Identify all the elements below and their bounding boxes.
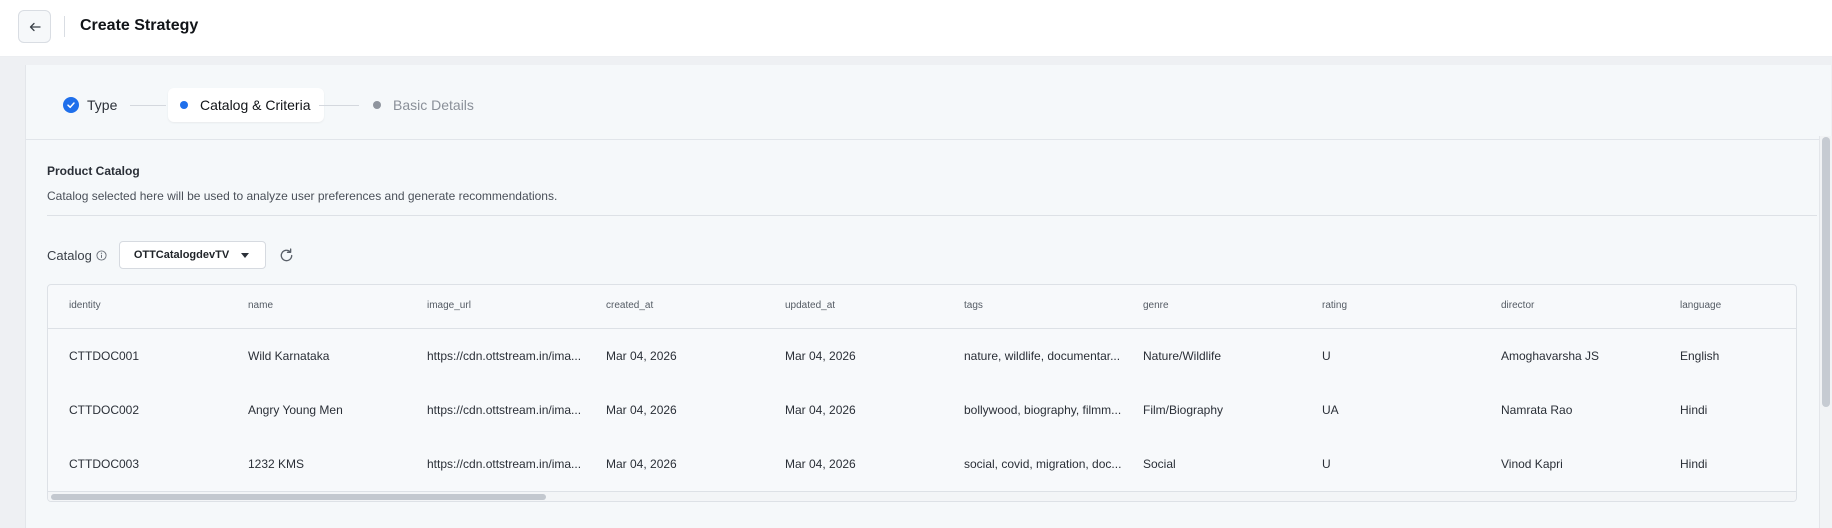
cell-image-url: https://cdn.ottstream.in/ima... <box>427 403 582 417</box>
check-circle-icon <box>63 97 79 113</box>
cell-name: Angry Young Men <box>248 403 343 417</box>
vertical-scrollbar-thumb[interactable] <box>1822 137 1830 407</box>
cell-language: English <box>1680 349 1720 363</box>
step-label: Catalog & Criteria <box>200 97 311 113</box>
table-row[interactable]: CTTDOC002 Angry Young Men https://cdn.ot… <box>48 383 1796 437</box>
arrow-left-icon <box>29 22 41 31</box>
horizontal-scrollbar-thumb[interactable] <box>51 494 546 500</box>
catalog-selector-row: Catalog OTTCatalogdevTV <box>47 241 295 269</box>
title-divider <box>64 16 65 37</box>
column-header-language[interactable]: language <box>1680 300 1721 311</box>
cell-image-url: https://cdn.ottstream.in/ima... <box>427 457 582 471</box>
cell-name: Wild Karnataka <box>248 349 330 363</box>
step-type[interactable]: Type <box>63 97 117 113</box>
cell-director: Amoghavarsha JS <box>1501 349 1600 363</box>
section-title: Product Catalog <box>47 164 140 178</box>
step-catalog-criteria[interactable]: Catalog & Criteria <box>168 88 324 122</box>
column-header-director[interactable]: director <box>1501 300 1534 311</box>
column-header-identity[interactable]: identity <box>69 300 101 311</box>
top-bar: Create Strategy <box>0 0 1832 57</box>
step-basic-details[interactable]: Basic Details <box>373 97 474 113</box>
cell-identity: CTTDOC003 <box>69 457 140 471</box>
cell-rating: U <box>1322 457 1331 471</box>
cell-tags: nature, wildlife, documentar... <box>964 349 1121 363</box>
back-button[interactable] <box>18 10 51 43</box>
catalog-dropdown[interactable]: OTTCatalogdevTV <box>118 241 267 269</box>
catalog-label: Catalog <box>47 247 92 263</box>
section-description: Catalog selected here will be used to an… <box>47 189 558 203</box>
step-label: Basic Details <box>393 97 474 113</box>
cell-director: Namrata Rao <box>1501 403 1573 417</box>
column-header-rating[interactable]: rating <box>1322 300 1347 311</box>
cell-language: Hindi <box>1680 403 1708 417</box>
cell-rating: UA <box>1322 403 1339 417</box>
column-header-genre[interactable]: genre <box>1143 300 1169 311</box>
cell-rating: U <box>1322 349 1331 363</box>
cell-created-at: Mar 04, 2026 <box>606 457 677 471</box>
page-title: Create Strategy <box>80 17 199 34</box>
cell-genre: Film/Biography <box>1143 403 1224 417</box>
cell-genre: Nature/Wildlife <box>1143 349 1222 363</box>
active-dot-icon <box>180 101 188 109</box>
cell-image-url: https://cdn.ottstream.in/ima... <box>427 349 582 363</box>
pending-dot-icon <box>373 101 381 109</box>
cell-identity: CTTDOC002 <box>69 403 140 417</box>
column-header-name[interactable]: name <box>248 300 273 311</box>
caret-down-icon <box>241 252 250 258</box>
cell-updated-at: Mar 04, 2026 <box>785 349 856 363</box>
content-shell: Type Catalog & Criteria Basic Details Pr… <box>0 57 1832 528</box>
stepper: Type Catalog & Criteria Basic Details <box>26 65 1832 140</box>
step-connector <box>130 105 166 106</box>
cell-name: 1232 KMS <box>248 457 305 471</box>
cell-created-at: Mar 04, 2026 <box>606 349 677 363</box>
refresh-icon[interactable] <box>278 247 295 264</box>
vertical-scrollbar[interactable] <box>1819 136 1832 528</box>
cell-genre: Social <box>1143 457 1176 471</box>
catalog-dropdown-value: OTTCatalogdevTV <box>133 249 230 261</box>
column-header-updated-at[interactable]: updated_at <box>785 300 835 311</box>
step-label: Type <box>87 97 118 113</box>
info-icon[interactable] <box>96 249 107 261</box>
cell-tags: social, covid, migration, doc... <box>964 457 1122 471</box>
cell-identity: CTTDOC001 <box>69 349 140 363</box>
table-row[interactable]: CTTDOC003 1232 KMS https://cdn.ottstream… <box>48 437 1796 491</box>
column-header-image-url[interactable]: image_url <box>427 300 471 311</box>
cell-created-at: Mar 04, 2026 <box>606 403 677 417</box>
column-header-tags[interactable]: tags <box>964 300 983 311</box>
cell-tags: bollywood, biography, filmm... <box>964 403 1122 417</box>
table-row[interactable]: CTTDOC001 Wild Karnataka https://cdn.ott… <box>48 329 1796 383</box>
table-header: identity name image_url created_at updat… <box>48 285 1796 329</box>
section-divider <box>47 215 1817 216</box>
cell-director: Vinod Kapri <box>1501 457 1563 471</box>
cell-updated-at: Mar 04, 2026 <box>785 403 856 417</box>
column-header-created-at[interactable]: created_at <box>606 300 653 311</box>
horizontal-scrollbar[interactable] <box>48 491 1796 501</box>
step-connector <box>319 105 359 106</box>
strategy-panel: Type Catalog & Criteria Basic Details Pr… <box>25 65 1832 528</box>
cell-language: Hindi <box>1680 457 1708 471</box>
catalog-table: identity name image_url created_at updat… <box>47 284 1797 502</box>
cell-updated-at: Mar 04, 2026 <box>785 457 856 471</box>
